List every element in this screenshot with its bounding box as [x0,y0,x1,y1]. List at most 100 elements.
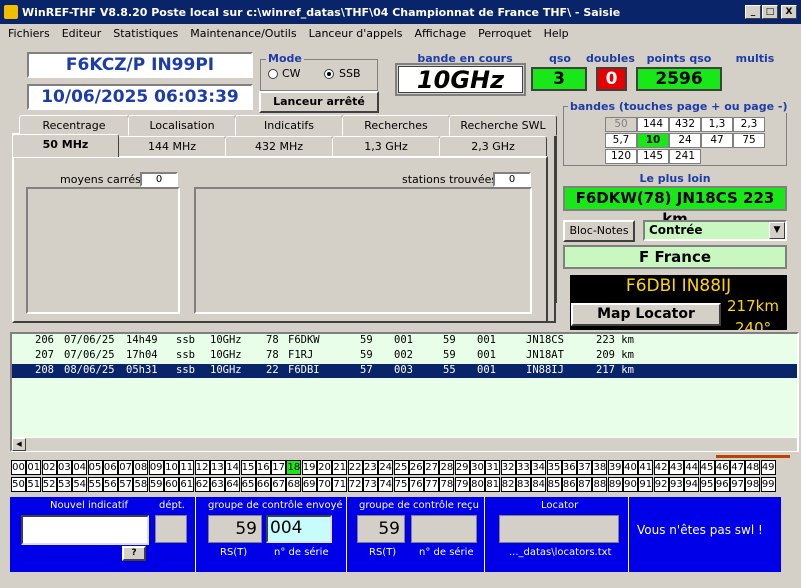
grid-cell[interactable]: 73 [362,477,378,492]
grid-cell[interactable]: 97 [730,477,746,492]
grid-cell[interactable]: 61 [179,477,195,492]
help-button[interactable]: ? [122,546,146,561]
tab-recherches[interactable]: Recherches [342,115,450,136]
grid-cell[interactable]: 39 [607,460,623,475]
grid-cell[interactable]: 30 [470,460,485,475]
grid-cell[interactable]: 03 [56,460,72,475]
new-call-input[interactable] [21,515,149,545]
grid-cell[interactable]: 20 [317,460,332,475]
squares-list[interactable] [26,187,180,314]
menu-fichiers[interactable]: Fichiers [2,27,56,40]
menu-editeur[interactable]: Editeur [56,27,108,40]
grid-cell[interactable]: 65 [240,477,256,492]
grid-cell[interactable]: 82 [500,477,516,492]
grid-cell[interactable]: 36 [561,460,577,475]
grid-cell[interactable]: 31 [485,460,501,475]
grid-cell[interactable]: 83 [515,477,531,492]
grid-cell[interactable]: 46 [714,460,730,475]
grid-cell[interactable]: 41 [638,460,654,475]
grid-cell[interactable]: 85 [546,477,562,492]
menu-help[interactable]: Help [538,27,575,40]
grid-cell[interactable]: 27 [424,460,440,475]
grid-cell[interactable]: 05 [87,460,103,475]
grid-cell[interactable]: 89 [607,477,623,492]
grid-cell[interactable]: 78 [439,477,455,492]
close-button[interactable]: X [781,5,797,19]
tab-144mhz[interactable]: 144 MHz [118,136,226,157]
contest-select[interactable]: Contrée ▼ [643,220,787,241]
grid-cell[interactable]: 94 [684,477,700,492]
sent-rst[interactable]: 59 [208,515,262,543]
band-cell[interactable]: 1,3 [701,117,733,132]
grid-cell[interactable]: 84 [531,477,547,492]
grid-cell[interactable]: 02 [41,460,57,475]
launcher-button[interactable]: Lanceur arrêté [259,91,379,113]
grid-cell[interactable]: 57 [118,477,134,492]
band-cell[interactable]: 432 [669,117,701,132]
grid-cell[interactable]: 12 [194,460,210,475]
grid-cell[interactable]: 60 [164,477,179,492]
grid-cell[interactable]: 67 [271,477,287,492]
grid-cell[interactable]: 95 [699,477,715,492]
grid-cell[interactable]: 43 [668,460,684,475]
tab-indicatifs[interactable]: Indicatifs [235,115,343,136]
scroll-left-icon[interactable]: ◀ [12,438,26,451]
band-cell[interactable]: 145 [637,149,669,164]
horizontal-scrollbar[interactable]: ◀ [12,437,797,451]
grid-cell[interactable]: 86 [561,477,577,492]
recv-serial[interactable] [411,515,477,543]
grid-cell[interactable]: 33 [515,460,531,475]
grid-cell[interactable]: 18 [286,460,302,475]
band-cell[interactable]: 120 [605,149,637,164]
grid-cell[interactable]: 81 [485,477,501,492]
locator-input[interactable] [499,515,619,543]
grid-cell[interactable]: 06 [102,460,118,475]
grid-cell[interactable]: 00 [11,460,26,475]
grid-cell[interactable]: 74 [378,477,394,492]
tab-recherche-swl[interactable]: Recherche SWL [449,115,557,136]
grid-cell[interactable]: 22 [347,460,363,475]
grid-cell[interactable]: 53 [56,477,72,492]
grid-cell[interactable]: 68 [286,477,302,492]
grid-cell[interactable]: 70 [317,477,332,492]
grid-cell[interactable]: 58 [133,477,149,492]
band-cell[interactable]: 50 [605,117,637,132]
grid-cell[interactable]: 91 [638,477,654,492]
band-cell[interactable]: 10 [637,133,669,148]
grid-cell[interactable]: 29 [454,460,470,475]
map-locator-button[interactable]: Map Locator [571,303,721,326]
stations-list[interactable] [194,187,532,314]
log-row[interactable]: 208 08/06/25 05h31 ssb 10GHz 22 F6DBI 57 003 55 00… [12,364,797,378]
grid-cell[interactable]: 09 [148,460,164,475]
grid-cell[interactable]: 66 [255,477,271,492]
log-row[interactable]: 206 07/06/25 14h49 ssb 10GHz 78 F6DKW 59 001 59 00… [12,334,797,348]
grid-cell[interactable]: 01 [26,460,42,475]
grid-cell[interactable]: 40 [623,460,638,475]
grid-cell[interactable]: 50 [11,477,26,492]
grid-cell[interactable]: 69 [301,477,317,492]
grid-cell[interactable]: 88 [592,477,608,492]
grid-cell[interactable]: 63 [209,477,225,492]
grid-cell[interactable]: 90 [623,477,638,492]
band-cell[interactable]: 2,3 [733,117,765,132]
grid-cell[interactable]: 35 [546,460,562,475]
grid-cell[interactable]: 45 [699,460,715,475]
grid-cell[interactable]: 76 [408,477,424,492]
grid-cell[interactable]: 77 [424,477,440,492]
grid-cell[interactable]: 24 [378,460,394,475]
grid-cell[interactable]: 13 [209,460,225,475]
menu-perroquet[interactable]: Perroquet [472,27,537,40]
tab-localisation[interactable]: Localisation [128,115,236,136]
grid-cell[interactable]: 72 [347,477,363,492]
grid-cell[interactable]: 07 [118,460,134,475]
menu-maintenance[interactable]: Maintenance/Outils [184,27,302,40]
grid-cell[interactable]: 55 [87,477,103,492]
grid-cell[interactable]: 75 [393,477,409,492]
grid-cell[interactable]: 71 [332,477,348,492]
grid-cell[interactable]: 52 [41,477,57,492]
grid-cell[interactable]: 47 [730,460,746,475]
menu-affichage[interactable]: Affichage [409,27,473,40]
tab-50mhz[interactable]: 50 MHz [12,134,119,157]
grid-cell[interactable]: 64 [225,477,241,492]
tab-1-3ghz[interactable]: 1,3 GHz [332,136,440,157]
